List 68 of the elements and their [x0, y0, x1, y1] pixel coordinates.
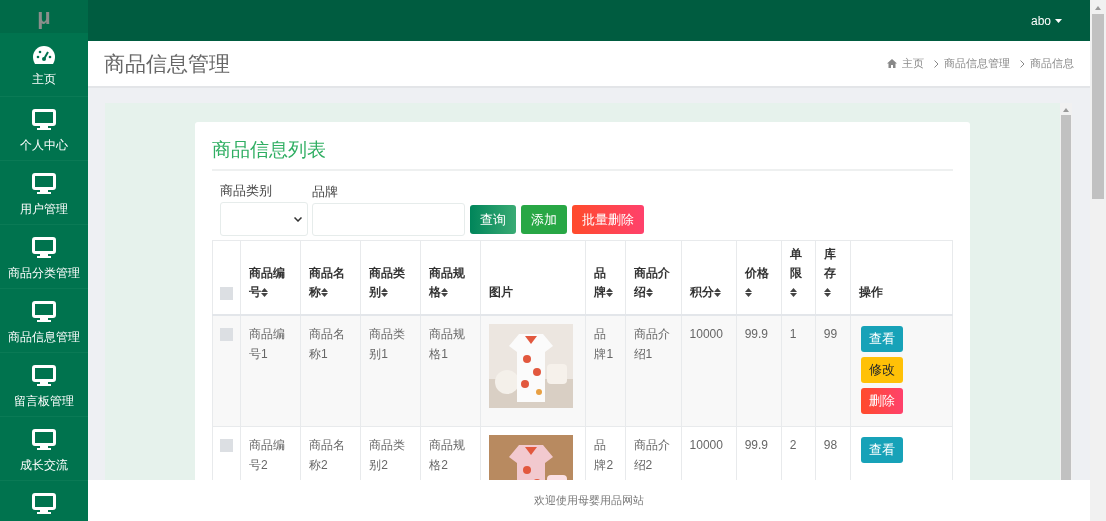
sort-icon[interactable] [261, 287, 269, 297]
sort-icon[interactable] [441, 287, 449, 297]
sort-icon[interactable] [645, 287, 653, 297]
delete-button[interactable]: 删除 [860, 387, 903, 414]
row-checkbox[interactable] [220, 439, 233, 452]
table-cell: 商品编号1 [249, 326, 286, 361]
table-cell: 商品名称1 [309, 326, 346, 361]
page-scrollbar[interactable] [1090, 0, 1106, 521]
table-cell: 品牌1 [594, 326, 614, 361]
breadcrumb-link[interactable]: 商品信息管理 [944, 55, 1010, 72]
monitor-icon [32, 237, 56, 259]
table-cell: 98 [823, 438, 838, 452]
monitor-icon [32, 429, 56, 451]
breadcrumb-link[interactable]: 主页 [902, 55, 924, 72]
column-header: 图片 [489, 283, 515, 301]
row-checkbox[interactable] [220, 327, 233, 341]
chevron-down-icon [294, 216, 302, 222]
page-title: 商品信息管理 [104, 50, 230, 77]
sort-icon[interactable] [381, 287, 389, 297]
sort-icon[interactable] [789, 287, 797, 297]
table-cell: 商品介绍1 [633, 326, 670, 361]
view-button[interactable]: 查看 [860, 325, 903, 352]
monitor-icon [32, 493, 56, 515]
table-cell: 99 [823, 326, 838, 341]
batch-delete-button[interactable]: 批量删除 [572, 205, 644, 234]
breadcrumb-link[interactable]: 商品信息 [1030, 55, 1074, 72]
table-cell: 商品类别2 [369, 438, 406, 472]
table-cell: 商品名称2 [309, 438, 346, 472]
monitor-icon [32, 301, 56, 323]
footer-text: 欢迎使用母婴用品网站 [534, 493, 644, 509]
search-button[interactable]: 查询 [470, 205, 516, 234]
sort-icon[interactable] [744, 287, 752, 297]
filter-label: 商品类别 [220, 181, 273, 200]
table-cell: 99.9 [744, 326, 768, 341]
sort-icon[interactable] [823, 287, 831, 297]
table-cell: 商品规格2 [429, 438, 466, 472]
monitor-icon [32, 173, 56, 195]
add-button[interactable]: 添加 [521, 205, 567, 234]
select-all-checkbox[interactable] [220, 286, 233, 300]
column-header: 操作 [858, 283, 884, 301]
table-cell: 商品介绍2 [633, 438, 670, 472]
table-cell: 2 [789, 438, 797, 452]
dashboard-icon [32, 45, 56, 65]
chevron-icon [1020, 59, 1025, 68]
column-header[interactable]: 积分 [689, 282, 728, 302]
home-icon [887, 59, 897, 68]
sort-icon[interactable] [606, 287, 614, 297]
chevron-icon [934, 59, 939, 68]
table-cell: 品牌2 [594, 438, 614, 472]
brand-input[interactable] [312, 203, 465, 236]
table-cell: 商品编号2 [249, 438, 286, 472]
table-cell: 99.9 [744, 438, 768, 452]
user-menu[interactable]: abo [1030, 11, 1062, 30]
monitor-icon [32, 365, 56, 387]
table-cell: 1 [789, 326, 797, 341]
sort-icon[interactable] [713, 287, 721, 297]
table-cell: 10000 [689, 326, 723, 341]
table-cell: 10000 [689, 438, 723, 452]
caret-icon [1055, 18, 1062, 23]
view-button[interactable]: 查看 [860, 437, 903, 463]
logo: μ [37, 3, 51, 31]
table-cell: 商品类别1 [369, 326, 406, 361]
sort-icon[interactable] [321, 287, 329, 297]
card-title: 商品信息列表 [212, 136, 953, 171]
monitor-icon [32, 109, 56, 131]
edit-button[interactable]: 修改 [860, 356, 903, 383]
filter-label: 品牌 [312, 182, 339, 201]
table-cell: 商品规格1 [429, 326, 466, 361]
